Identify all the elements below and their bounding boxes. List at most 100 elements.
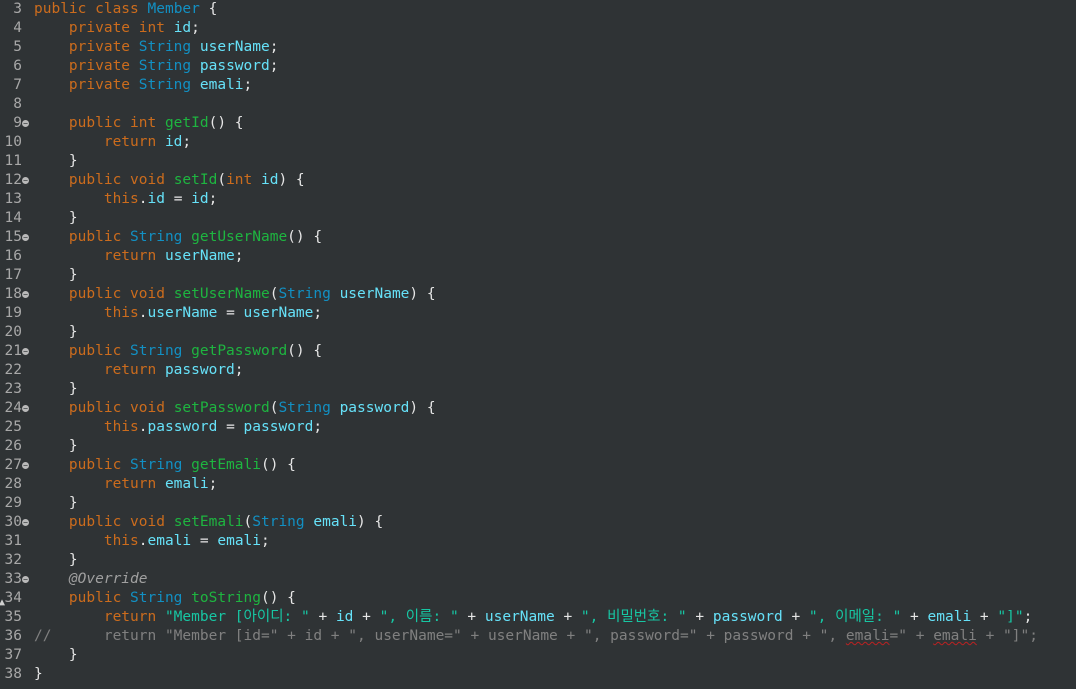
code-token: private xyxy=(68,58,139,74)
code-line[interactable]: 33 @Override xyxy=(0,570,1076,589)
code-token: id xyxy=(335,609,354,625)
code-text: return emali; xyxy=(34,475,218,494)
code-token: } xyxy=(34,647,78,663)
code-text: } xyxy=(34,437,78,456)
code-text: private String password; xyxy=(34,57,279,76)
code-line[interactable]: 16 return userName; xyxy=(0,247,1076,266)
line-number: 27 xyxy=(4,457,22,473)
code-token: + xyxy=(971,609,998,625)
code-token: public xyxy=(68,514,131,530)
code-line[interactable]: 3 public class Member { xyxy=(0,0,1076,19)
line-number: 9 xyxy=(13,115,22,131)
code-text: return userName; xyxy=(34,247,244,266)
code-line[interactable]: 29 } xyxy=(0,494,1076,513)
code-token: private xyxy=(68,77,139,93)
code-line[interactable]: 6 private String password; xyxy=(0,57,1076,76)
code-line[interactable]: 38} xyxy=(0,665,1076,684)
code-token: id xyxy=(191,191,209,207)
code-token: public xyxy=(68,400,131,416)
fold-toggle-icon[interactable] xyxy=(22,291,29,298)
code-token: public xyxy=(34,1,96,17)
code-line[interactable]: 14 } xyxy=(0,209,1076,228)
code-line[interactable]: 8 xyxy=(0,95,1076,114)
code-line[interactable]: 36 // return "Member [id=" + id + ", user… xyxy=(0,627,1076,646)
line-number: 37 xyxy=(4,647,22,663)
code-token: setPassword xyxy=(173,400,270,416)
line-number: 24 xyxy=(4,400,22,416)
code-token: password xyxy=(164,362,235,378)
fold-toggle-icon[interactable] xyxy=(22,576,29,583)
code-line[interactable]: 18 public void setUserName(String userNa… xyxy=(0,285,1076,304)
line-number: 30 xyxy=(4,514,22,530)
fold-toggle-icon[interactable] xyxy=(22,405,29,412)
code-line[interactable]: 22 return password; xyxy=(0,361,1076,380)
code-token: int xyxy=(138,20,174,36)
code-line[interactable]: 34 ▲ public String toString() { xyxy=(0,589,1076,608)
line-number: 35 xyxy=(4,609,22,625)
fold-toggle-icon[interactable] xyxy=(22,120,29,127)
code-text: // return "Member [id=" + id + ", userNa… xyxy=(34,627,1038,646)
code-token: userName xyxy=(243,305,314,321)
fold-toggle-icon[interactable] xyxy=(22,234,29,241)
line-number: 10 xyxy=(4,134,22,150)
code-text: return id; xyxy=(34,133,191,152)
code-line[interactable]: 19 this.userName = userName; xyxy=(0,304,1076,323)
code-line[interactable]: 20 } xyxy=(0,323,1076,342)
code-line[interactable]: 25 this.password = password; xyxy=(0,418,1076,437)
code-token: String xyxy=(130,343,192,359)
code-token: String xyxy=(130,457,192,473)
code-token: userName xyxy=(484,609,555,625)
code-token: ) { xyxy=(409,286,436,302)
code-token: String xyxy=(130,229,192,245)
code-line[interactable]: 27 public String getEmali() { xyxy=(0,456,1076,475)
code-editor[interactable]: 3 public class Member {4 private int id; 5… xyxy=(0,0,1076,689)
code-token: + xyxy=(458,609,485,625)
code-line[interactable]: 10 return id; xyxy=(0,133,1076,152)
code-token: emali xyxy=(933,628,977,644)
code-line[interactable]: 30 public void setEmali(String emali) { xyxy=(0,513,1076,532)
code-line[interactable]: 26 } xyxy=(0,437,1076,456)
code-text: public void setPassword(String password)… xyxy=(34,399,436,418)
code-token: ) { xyxy=(409,400,436,416)
code-token: emali xyxy=(164,476,209,492)
code-line[interactable]: 17 } xyxy=(0,266,1076,285)
line-number: 26 xyxy=(4,438,22,454)
code-line[interactable]: 11 } xyxy=(0,152,1076,171)
code-line[interactable]: 35 return "Member [아이디: " + id + ", 이름: … xyxy=(0,608,1076,627)
code-line[interactable]: 15 public String getUserName() { xyxy=(0,228,1076,247)
line-number: 29 xyxy=(4,495,22,511)
code-text: public String getPassword() { xyxy=(34,342,322,361)
code-line[interactable]: 31 this.emali = emali; xyxy=(0,532,1076,551)
code-line[interactable]: 23 } xyxy=(0,380,1076,399)
code-token: = xyxy=(217,419,244,435)
line-number: 22 xyxy=(4,362,22,378)
code-line[interactable]: 4 private int id; xyxy=(0,19,1076,38)
code-line[interactable]: 21 public String getPassword() { xyxy=(0,342,1076,361)
code-line[interactable]: 9 public int getId() { xyxy=(0,114,1076,133)
code-token: this xyxy=(103,191,139,207)
fold-toggle-icon[interactable] xyxy=(22,177,29,184)
code-line[interactable]: 24 public void setPassword(String passwo… xyxy=(0,399,1076,418)
fold-toggle-icon[interactable] xyxy=(22,462,29,469)
code-line[interactable]: 28 return emali; xyxy=(0,475,1076,494)
code-line[interactable]: 37 } xyxy=(0,646,1076,665)
code-line[interactable]: 32 } xyxy=(0,551,1076,570)
code-line[interactable]: 12 public void setId(int id) { xyxy=(0,171,1076,190)
code-token: int xyxy=(226,172,261,188)
code-text: public void setId(int id) { xyxy=(34,171,305,190)
code-token: return xyxy=(103,362,165,378)
code-line[interactable]: 7 private String emali; xyxy=(0,76,1076,95)
code-token: ; xyxy=(313,419,323,435)
code-token: emali xyxy=(199,77,244,93)
code-token: setEmali xyxy=(173,514,244,530)
code-line[interactable]: 13 this.id = id; xyxy=(0,190,1076,209)
fold-toggle-icon[interactable] xyxy=(22,519,29,526)
fold-toggle-icon[interactable] xyxy=(22,348,29,355)
code-line[interactable]: 5 private String userName; xyxy=(0,38,1076,57)
